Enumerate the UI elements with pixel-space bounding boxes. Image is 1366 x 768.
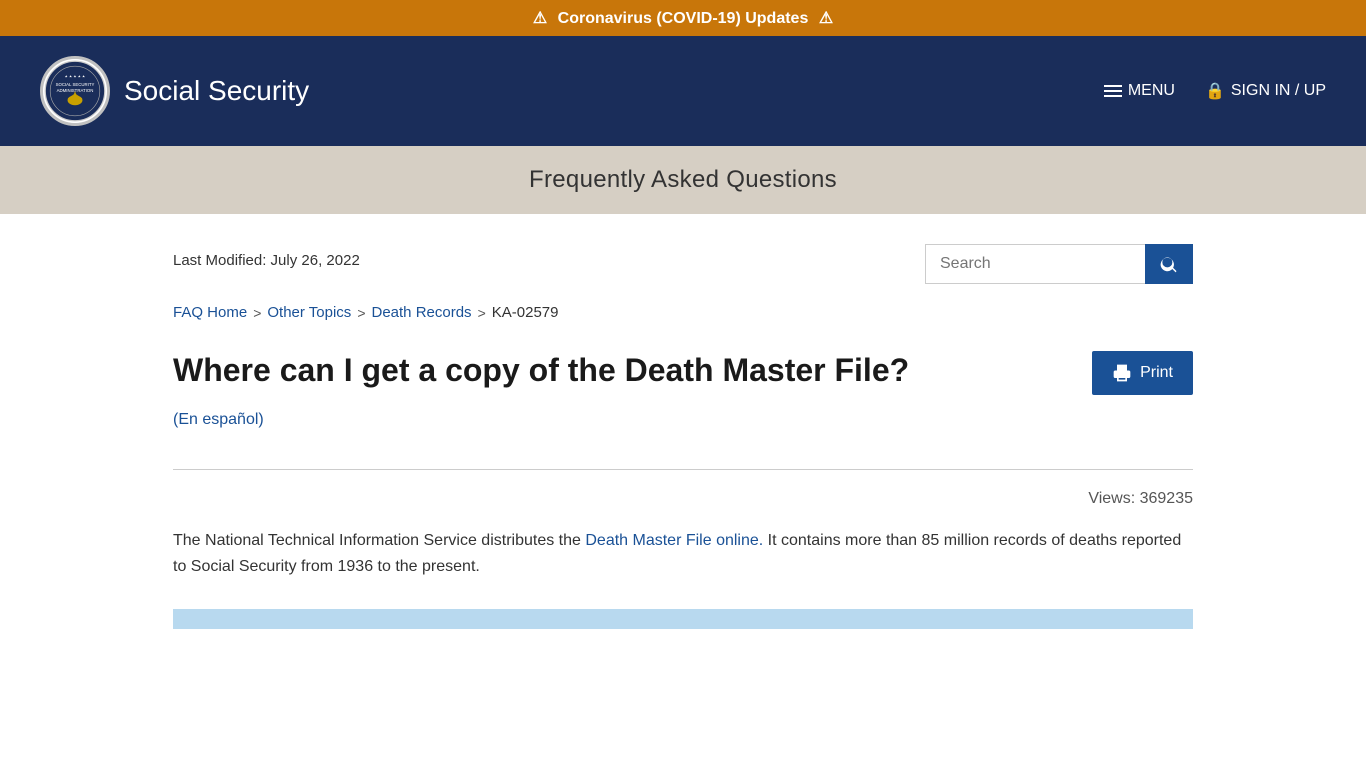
breadcrumb: FAQ Home > Other Topics > Death Records … bbox=[173, 304, 1193, 321]
views-count: Views: 369235 bbox=[173, 490, 1193, 508]
article-body: The National Technical Information Servi… bbox=[173, 528, 1193, 579]
site-logo: SOCIAL SECURITY ADMINISTRATION ★ ★ ★ ★ ★… bbox=[40, 56, 309, 126]
bottom-blue-bar bbox=[173, 609, 1193, 629]
header-nav: MENU 🔒 SIGN IN / UP bbox=[1104, 81, 1326, 101]
breadcrumb-separator-3: > bbox=[478, 305, 486, 321]
main-content: Last Modified: July 26, 2022 FAQ Home > … bbox=[133, 214, 1233, 669]
menu-icon bbox=[1104, 85, 1122, 97]
logo-seal: SOCIAL SECURITY ADMINISTRATION ★ ★ ★ ★ ★ bbox=[40, 56, 110, 126]
print-icon bbox=[1112, 363, 1132, 383]
site-header: SOCIAL SECURITY ADMINISTRATION ★ ★ ★ ★ ★… bbox=[0, 36, 1366, 146]
svg-text:★ ★ ★ ★ ★: ★ ★ ★ ★ ★ bbox=[65, 74, 86, 78]
ssa-seal-svg: SOCIAL SECURITY ADMINISTRATION ★ ★ ★ ★ ★ bbox=[44, 60, 106, 122]
signin-button[interactable]: 🔒 SIGN IN / UP bbox=[1205, 81, 1326, 101]
search-icon bbox=[1159, 254, 1179, 274]
dmf-link[interactable]: Death Master File online. bbox=[585, 532, 763, 549]
last-modified: Last Modified: July 26, 2022 bbox=[173, 244, 360, 269]
search-input[interactable] bbox=[925, 244, 1145, 284]
site-title: Social Security bbox=[124, 75, 309, 107]
views-number: 369235 bbox=[1140, 490, 1193, 507]
breadcrumb-death-records[interactable]: Death Records bbox=[372, 304, 472, 321]
search-button[interactable] bbox=[1145, 244, 1193, 284]
page-title: Frequently Asked Questions bbox=[20, 166, 1346, 194]
breadcrumb-other-topics[interactable]: Other Topics bbox=[267, 304, 351, 321]
search-area bbox=[925, 244, 1193, 284]
print-label: Print bbox=[1140, 364, 1173, 382]
warning-icon-right: ⚠ bbox=[819, 8, 833, 28]
views-label: Views: bbox=[1088, 490, 1135, 507]
spanish-link[interactable]: (En español) bbox=[173, 411, 264, 429]
svg-text:SOCIAL SECURITY: SOCIAL SECURITY bbox=[56, 82, 95, 87]
page-title-bar: Frequently Asked Questions bbox=[0, 146, 1366, 214]
body-text-1: The National Technical Information Servi… bbox=[173, 532, 585, 549]
breadcrumb-separator-2: > bbox=[357, 305, 365, 321]
article-title: Where can I get a copy of the Death Mast… bbox=[173, 351, 909, 389]
alert-banner: ⚠ Coronavirus (COVID-19) Updates ⚠ bbox=[0, 0, 1366, 36]
menu-button[interactable]: MENU bbox=[1104, 82, 1175, 100]
article-header: Where can I get a copy of the Death Mast… bbox=[173, 351, 1193, 395]
breadcrumb-separator-1: > bbox=[253, 305, 261, 321]
print-button[interactable]: Print bbox=[1092, 351, 1193, 395]
top-row: Last Modified: July 26, 2022 bbox=[173, 244, 1193, 284]
lock-icon: 🔒 bbox=[1205, 81, 1225, 101]
article: Where can I get a copy of the Death Mast… bbox=[173, 351, 1193, 579]
signin-label: SIGN IN / UP bbox=[1231, 82, 1326, 100]
breadcrumb-current: KA-02579 bbox=[492, 304, 559, 321]
article-divider bbox=[173, 469, 1193, 470]
alert-text: Coronavirus (COVID-19) Updates bbox=[558, 10, 809, 27]
warning-icon-left: ⚠ bbox=[533, 8, 547, 28]
menu-label: MENU bbox=[1128, 82, 1175, 100]
breadcrumb-faq-home[interactable]: FAQ Home bbox=[173, 304, 247, 321]
